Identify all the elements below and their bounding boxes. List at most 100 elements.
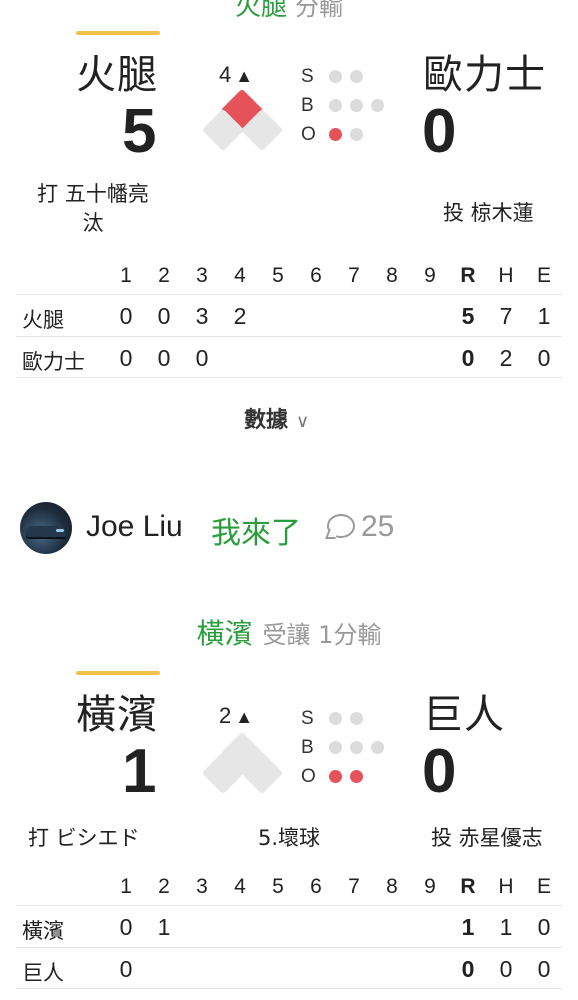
current-batter-line2: 汰 xyxy=(82,211,104,235)
comment-bubble-icon xyxy=(327,514,355,538)
current-pitcher: 投 赤星優志 xyxy=(431,826,543,850)
home-team-name[interactable]: 巨人 xyxy=(423,682,505,740)
out-label: O xyxy=(301,765,316,787)
strikes-row: S xyxy=(301,62,384,91)
inning-score: 0 xyxy=(195,345,209,371)
away-team-name[interactable]: 橫濱 xyxy=(76,682,158,740)
errors-value: 0 xyxy=(537,956,551,982)
user-pick: 我來了 xyxy=(211,516,301,551)
game2-header-team: 橫濱 xyxy=(196,617,253,650)
ball-dot xyxy=(371,741,384,754)
linescore-row-home: 歐力士 0 0 0 0 2 0 xyxy=(16,336,562,378)
outs-row: O xyxy=(301,762,384,791)
linescore-row-away: 火腿 0 0 3 2 5 7 1 xyxy=(16,294,562,336)
comment-count: 25 xyxy=(361,510,395,543)
balls-row: B xyxy=(301,733,384,762)
linescore-team: 巨人 xyxy=(22,961,64,985)
batting-indicator xyxy=(76,31,160,35)
inning-col-7: 7 xyxy=(348,264,360,287)
errors-value: 1 xyxy=(537,303,551,329)
linescore-team: 橫濱 xyxy=(22,919,64,943)
linescore-row-home: 巨人 0 0 0 0 xyxy=(16,947,562,989)
errors-col: E xyxy=(536,875,551,898)
inning-score: 0 xyxy=(157,345,171,371)
current-pitcher: 投 椋木蓮 xyxy=(443,201,534,225)
current-batter: 打 五十幡亮 汰 xyxy=(28,180,158,238)
ball-label: B xyxy=(301,94,314,116)
balls-row: B xyxy=(301,91,384,120)
inning-score: 1 xyxy=(157,914,171,940)
hits-value: 0 xyxy=(499,956,513,982)
user-name[interactable]: Joe Liu xyxy=(86,510,183,544)
ball-dot xyxy=(329,99,342,112)
game1-header: 火腿 分輸 xyxy=(0,0,578,23)
linescore-row-away: 橫濱 0 1 1 1 0 xyxy=(16,905,562,947)
linescore-header: 1 2 3 4 5 6 7 8 9 R H E xyxy=(0,264,578,292)
inning-indicator: 4 ▲ xyxy=(219,62,253,88)
inning-col-1: 1 xyxy=(120,875,132,898)
home-team-score: 0 xyxy=(422,97,457,166)
inning-top-icon: ▲ xyxy=(235,707,254,727)
inning-col-9: 9 xyxy=(424,875,436,898)
strike-dot xyxy=(350,70,363,83)
inning-col-3: 3 xyxy=(196,875,208,898)
inning-top-icon: ▲ xyxy=(235,66,254,86)
hits-value: 1 xyxy=(499,914,513,940)
inning-col-4: 4 xyxy=(234,875,246,898)
strike-label: S xyxy=(301,707,314,729)
inning-number: 4 xyxy=(219,62,232,87)
strike-dot xyxy=(329,70,342,83)
inning-col-9: 9 xyxy=(424,264,436,287)
home-team-name[interactable]: 歐力士 xyxy=(423,42,546,100)
inning-col-5: 5 xyxy=(272,875,284,898)
game2-header: 橫濱 受讓 1分輸 xyxy=(0,612,578,652)
ball-dot xyxy=(350,99,363,112)
comment-button[interactable]: 25 xyxy=(327,510,394,544)
inning-score: 0 xyxy=(157,303,171,329)
count-panel: S B O xyxy=(301,62,384,149)
inning-col-2: 2 xyxy=(158,264,170,287)
out-dot xyxy=(329,770,342,783)
out-dot xyxy=(350,770,363,783)
out-dot xyxy=(350,128,363,141)
errors-value: 0 xyxy=(537,914,551,940)
user-avatar[interactable] xyxy=(20,502,72,554)
home-team-score: 0 xyxy=(422,737,457,806)
game1-header-odds: 分輸 xyxy=(295,0,343,21)
strike-label: S xyxy=(301,65,314,87)
out-label: O xyxy=(301,123,316,145)
strikes-row: S xyxy=(301,704,384,733)
inning-score: 2 xyxy=(233,303,247,329)
hits-col: H xyxy=(498,264,514,287)
ball-label: B xyxy=(301,736,314,758)
inning-col-3: 3 xyxy=(196,264,208,287)
away-team-name[interactable]: 火腿 xyxy=(76,42,158,100)
inning-score: 0 xyxy=(119,303,133,329)
ball-dot xyxy=(371,99,384,112)
inning-col-1: 1 xyxy=(120,264,132,287)
inning-col-8: 8 xyxy=(386,264,398,287)
away-team-score: 5 xyxy=(122,97,157,166)
inning-number: 2 xyxy=(219,703,232,728)
inning-col-6: 6 xyxy=(310,875,322,898)
inning-col-2: 2 xyxy=(158,875,170,898)
outs-row: O xyxy=(301,120,384,149)
strike-dot xyxy=(329,712,342,725)
play-status: 5.壞球 xyxy=(258,826,321,850)
inning-score: 3 xyxy=(195,303,209,329)
runs-value: 0 xyxy=(461,956,475,982)
stats-link[interactable]: 數據 ∨ xyxy=(244,402,309,434)
hits-value: 7 xyxy=(499,303,513,329)
stats-link-label: 數據 xyxy=(244,408,289,433)
batting-indicator xyxy=(76,671,160,675)
errors-col: E xyxy=(536,264,551,287)
linescore-header: 1 2 3 4 5 6 7 8 9 R H E xyxy=(0,875,578,903)
ball-dot xyxy=(350,741,363,754)
ball-dot xyxy=(329,741,342,754)
inning-score: 0 xyxy=(119,914,133,940)
runs-col: R xyxy=(460,875,476,898)
inning-col-8: 8 xyxy=(386,875,398,898)
inning-col-5: 5 xyxy=(272,264,284,287)
strike-dot xyxy=(350,712,363,725)
hits-value: 2 xyxy=(499,345,513,371)
